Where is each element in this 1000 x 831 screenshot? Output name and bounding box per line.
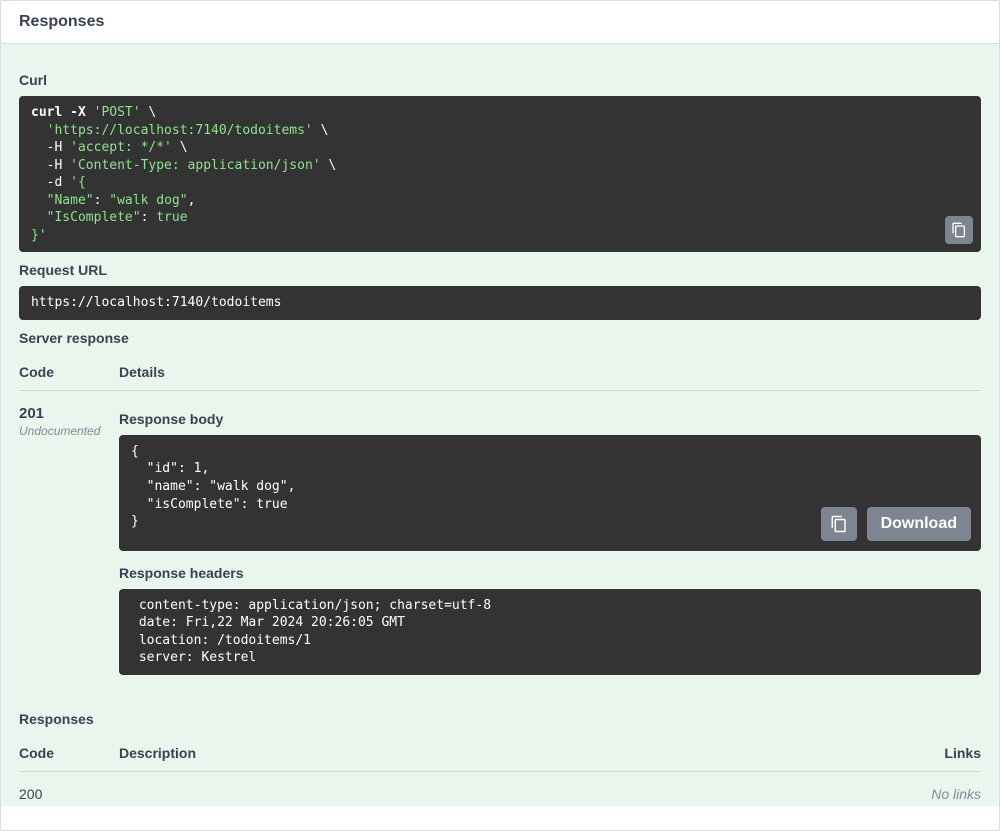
no-links-label: No links	[881, 786, 981, 802]
request-url-value: https://localhost:7140/todoitems	[19, 286, 981, 320]
responses-title: Responses	[19, 13, 104, 30]
copy-response-button[interactable]	[821, 507, 857, 541]
curl-code-block: curl -X 'POST' \ 'https://localhost:7140…	[19, 96, 981, 252]
clipboard-icon	[951, 222, 967, 238]
undocumented-label: Undocumented	[19, 424, 119, 438]
curl-label: Curl	[19, 72, 981, 88]
server-response-label: Server response	[19, 330, 981, 346]
clipboard-icon	[830, 515, 848, 533]
responses-header: Responses	[1, 1, 999, 44]
download-button[interactable]: Download	[867, 507, 971, 541]
code-column-header: Code	[19, 364, 119, 380]
response-body-block: { "id": 1, "name": "walk dog", "isComple…	[119, 435, 981, 551]
response-headers-label: Response headers	[119, 565, 981, 581]
status-code-200: 200	[19, 786, 119, 802]
response-body-label: Response body	[119, 411, 981, 427]
description-column-header: Description	[119, 745, 881, 761]
details-column-header: Details	[119, 364, 981, 380]
responses2-label: Responses	[19, 711, 981, 727]
links-column-header: Links	[881, 745, 981, 761]
code-column-header2: Code	[19, 745, 119, 761]
request-url-label: Request URL	[19, 262, 981, 278]
copy-curl-button[interactable]	[945, 216, 973, 244]
status-code: 201	[19, 405, 119, 422]
response-headers-block: content-type: application/json; charset=…	[119, 589, 981, 675]
server-response-table-head: Code Details	[19, 354, 981, 391]
responses2-table-head: Code Description Links	[19, 735, 981, 772]
